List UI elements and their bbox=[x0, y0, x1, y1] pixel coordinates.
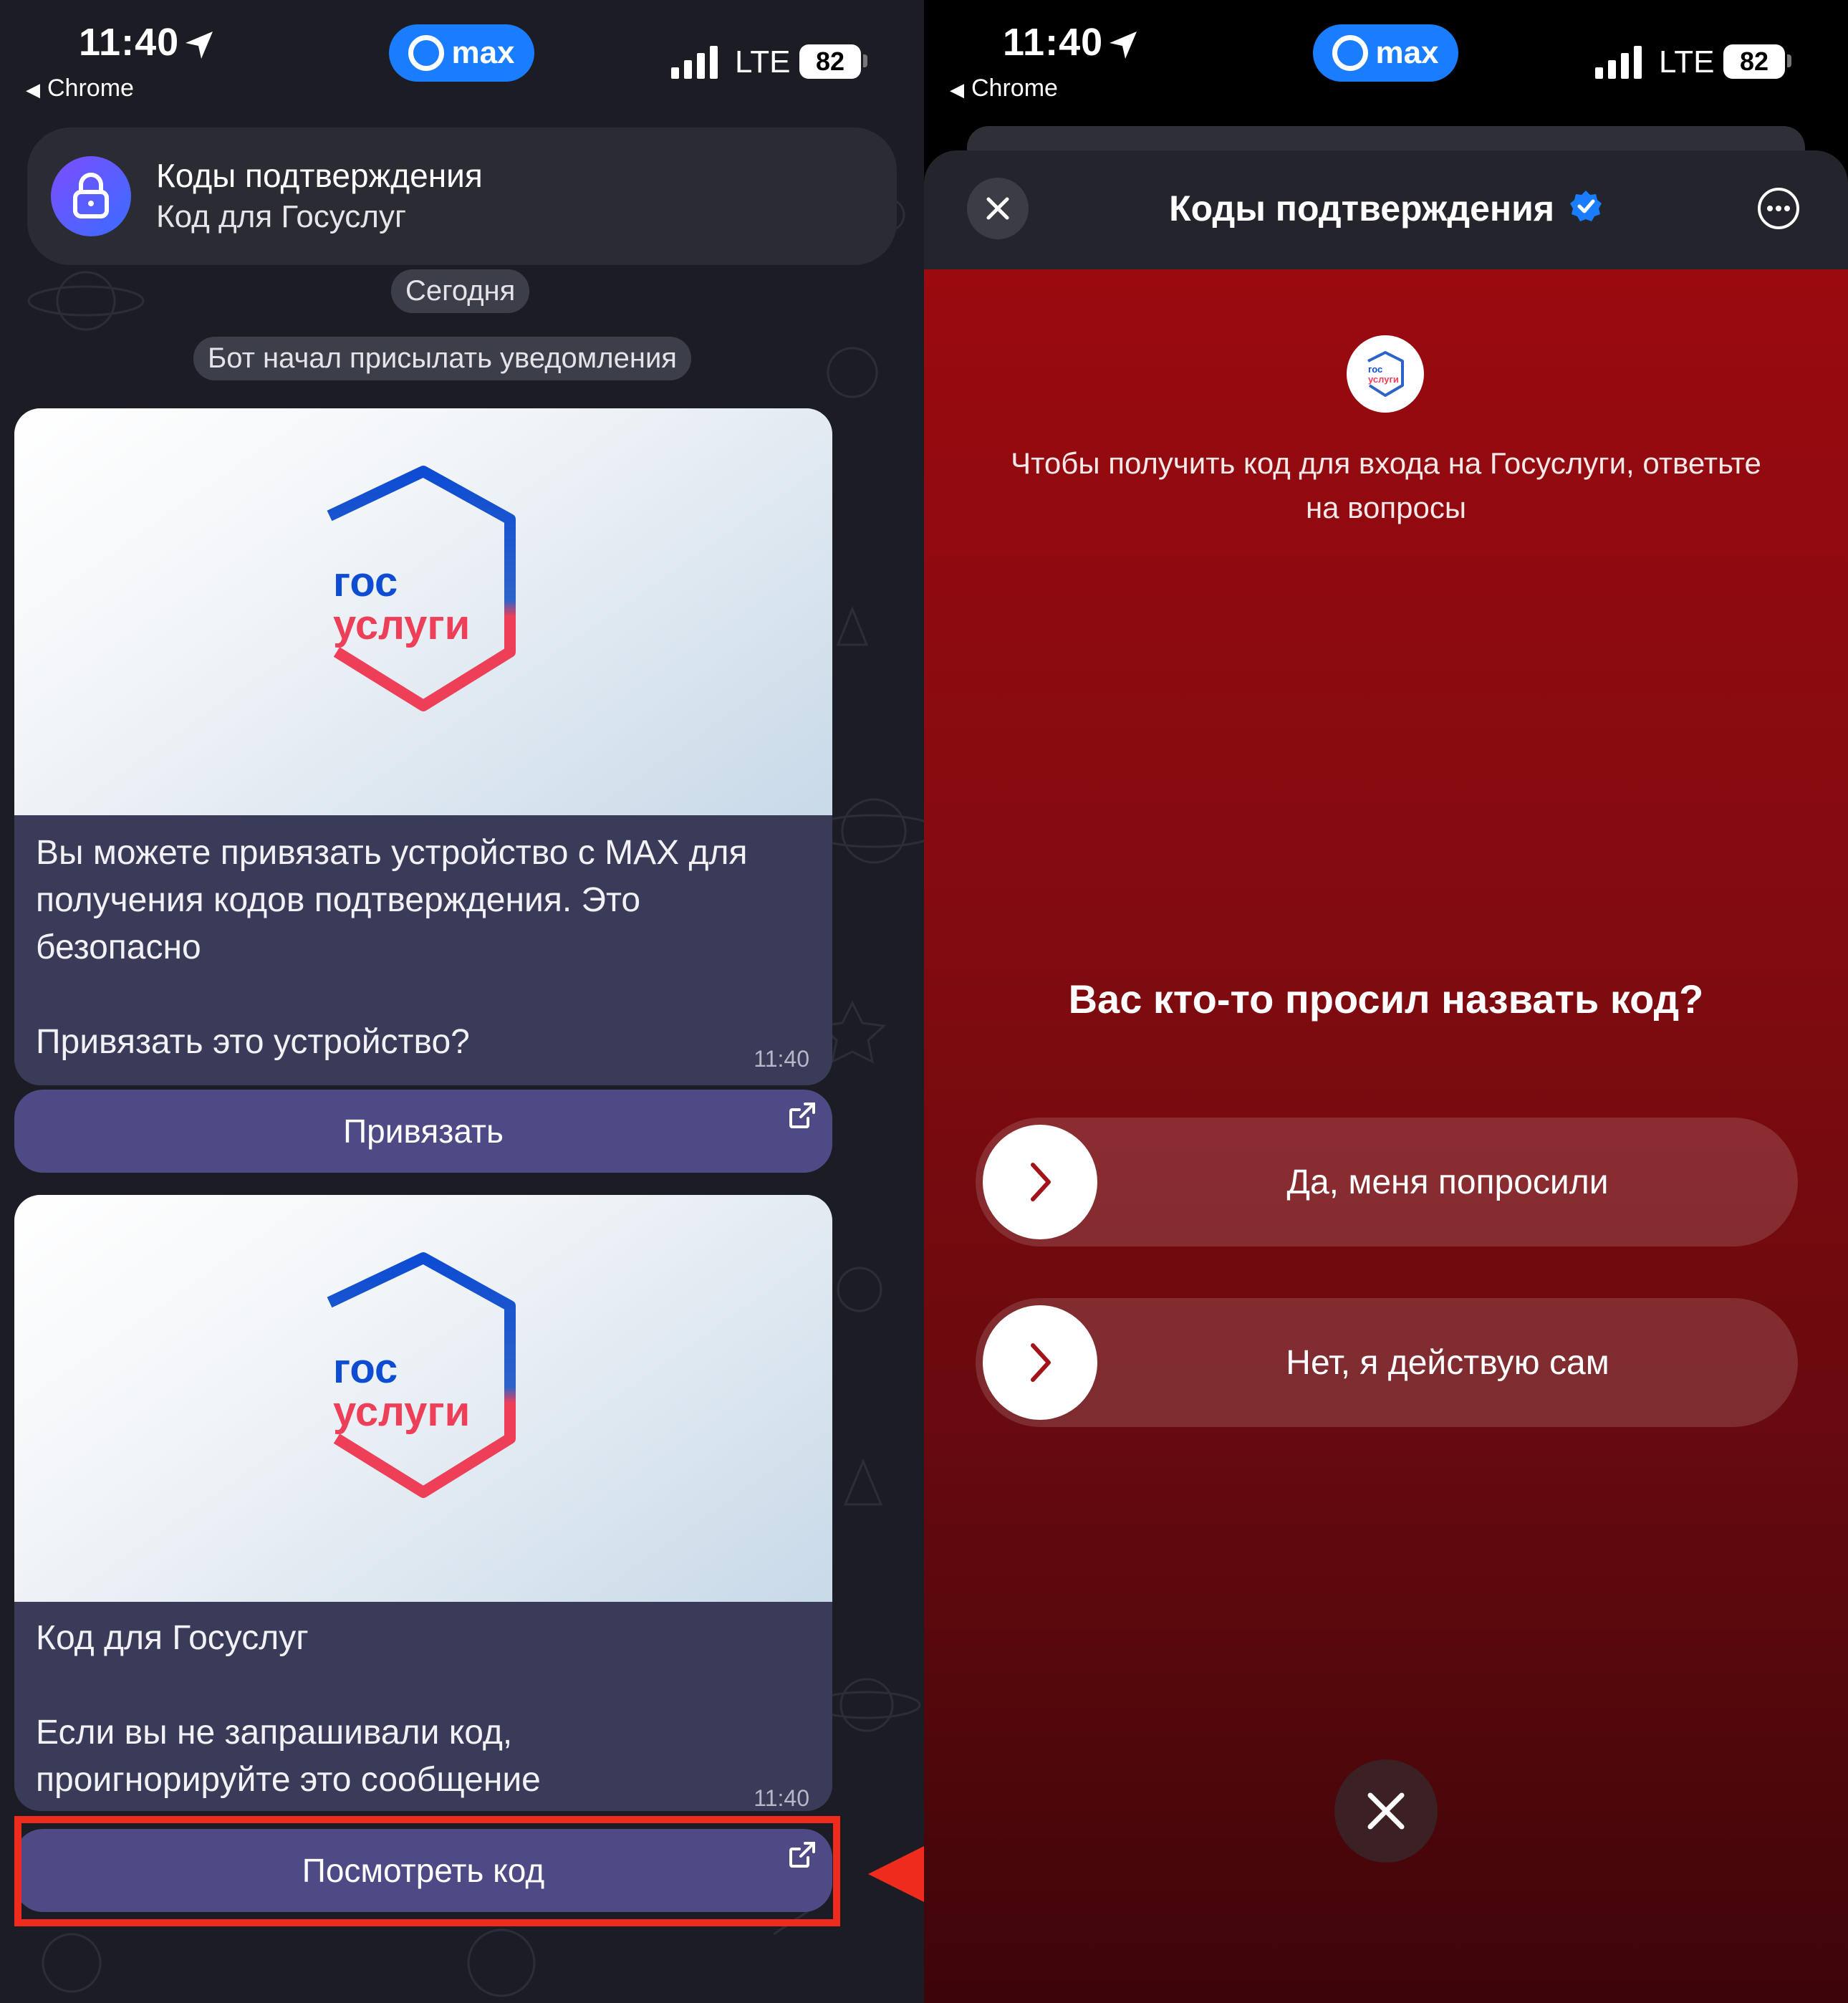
back-app-label: Chrome bbox=[47, 75, 134, 102]
gosuslugi-small-logo: гос услуги bbox=[1347, 335, 1424, 413]
battery-icon: 82 bbox=[799, 44, 861, 79]
sheet-title: Коды подтверждения bbox=[924, 188, 1848, 229]
message-time: 11:40 bbox=[754, 1785, 809, 1811]
max-badge-label: max bbox=[1375, 35, 1439, 70]
bind-device-label: Привязать bbox=[343, 1113, 504, 1150]
logo-line2: услуги bbox=[333, 602, 470, 648]
back-to-app-link[interactable]: ◀ Chrome bbox=[950, 75, 1058, 102]
highlight-box bbox=[14, 1816, 840, 1926]
max-app-badge[interactable]: max bbox=[1313, 24, 1458, 82]
gosuslugi-logo: гос услуги bbox=[327, 1252, 516, 1498]
close-icon bbox=[1367, 1792, 1405, 1830]
option-chevron bbox=[983, 1125, 1097, 1239]
message-line: безопасно bbox=[36, 928, 201, 966]
chat-title: Коды подтверждения bbox=[156, 157, 483, 194]
message-text: Код для Госуслуг Если вы не запрашивали … bbox=[36, 1615, 541, 1804]
chat-header[interactable]: Коды подтверждения Код для Госуслуг bbox=[27, 128, 897, 265]
message-line: Код для Госуслуг bbox=[36, 1619, 309, 1657]
instruction-text: Чтобы получить код для входа на Госуслуг… bbox=[981, 441, 1791, 530]
bot-avatar bbox=[51, 156, 131, 236]
chat-subtitle: Код для Госуслуг bbox=[156, 199, 407, 234]
battery-tip bbox=[1787, 54, 1791, 67]
instruction-line: на вопросы bbox=[1305, 491, 1467, 524]
gosuslugi-logo: гос услуги bbox=[1367, 351, 1404, 397]
message-time: 11:40 bbox=[754, 1046, 809, 1072]
message-line: получения кодов подтверждения. Это bbox=[36, 881, 641, 919]
battery-level: 82 bbox=[1739, 47, 1769, 76]
battery-level: 82 bbox=[815, 47, 845, 76]
dismiss-button[interactable] bbox=[1334, 1759, 1438, 1863]
max-app-badge[interactable]: max bbox=[389, 24, 534, 82]
logo-line2: услуги bbox=[1368, 374, 1399, 385]
network-type: LTE bbox=[735, 44, 791, 80]
message-line: проигнорируйте это сообщение bbox=[36, 1761, 541, 1799]
max-logo-icon bbox=[1332, 35, 1369, 71]
external-link-icon bbox=[789, 1103, 815, 1128]
option-no-self-button[interactable]: Нет, я действую сам bbox=[976, 1298, 1798, 1427]
sheet-header: Коды подтверждения bbox=[924, 150, 1848, 269]
logo-line1: гос bbox=[333, 559, 398, 605]
logo-line2: услуги bbox=[333, 1388, 470, 1435]
network-type: LTE bbox=[1659, 44, 1715, 80]
location-arrow-icon bbox=[186, 32, 213, 59]
logo-line1: гос bbox=[333, 1345, 398, 1392]
option-yes-asked-button[interactable]: Да, меня попросили bbox=[976, 1118, 1798, 1247]
message-bubble-gosuslugi-code: гос услуги Код для Госуслуг Если вы не з… bbox=[14, 1195, 832, 1811]
chat-screen: 11:40 ◀ Chrome max LTE 82 Коды подтвержде… bbox=[0, 0, 924, 2003]
status-time: 11:40 bbox=[1003, 21, 1104, 64]
battery-tip bbox=[863, 54, 867, 67]
gosuslugi-banner: гос услуги bbox=[14, 408, 832, 815]
more-options-icon[interactable] bbox=[1756, 186, 1801, 231]
verification-content: гос услуги Чтобы получить код для входа … bbox=[924, 269, 1848, 2003]
location-arrow-icon bbox=[1110, 32, 1137, 59]
message-text: Вы можете привязать устройство с MAX для… bbox=[36, 830, 747, 1066]
gosuslugi-logo: гос услуги bbox=[327, 466, 516, 711]
system-message: Бот начал присылать уведомления bbox=[193, 337, 691, 380]
message-bubble-bind-device: гос услуги Вы можете привязать устройств… bbox=[14, 408, 832, 1085]
verified-badge-icon bbox=[1569, 191, 1602, 221]
battery-icon: 82 bbox=[1723, 44, 1785, 79]
option-label: Нет, я действую сам bbox=[1286, 1343, 1609, 1382]
message-line: Вы можете привязать устройство с MAX для bbox=[36, 834, 748, 872]
question-title: Вас кто-то просил назвать код? bbox=[1068, 976, 1704, 1022]
chevron-right-icon bbox=[1031, 1343, 1051, 1382]
message-line: Если вы не запрашивали код, bbox=[36, 1714, 513, 1752]
status-time: 11:40 bbox=[79, 21, 180, 64]
signal-icon bbox=[1595, 46, 1642, 79]
date-separator: Сегодня bbox=[391, 269, 530, 313]
option-chevron bbox=[983, 1305, 1097, 1420]
back-app-label: Chrome bbox=[971, 75, 1058, 102]
lock-icon bbox=[73, 173, 109, 218]
gosuslugi-banner: гос услуги bbox=[14, 1195, 832, 1602]
back-to-app-link[interactable]: ◀ Chrome bbox=[26, 75, 134, 102]
status-bar: 11:40 ◀ Chrome max LTE 82 bbox=[924, 0, 1848, 122]
option-label: Да, меня попросили bbox=[1286, 1163, 1609, 1201]
chevron-right-icon bbox=[1031, 1163, 1051, 1201]
signal-icon bbox=[671, 46, 718, 79]
max-logo-icon bbox=[408, 35, 445, 71]
bind-device-button[interactable]: Привязать bbox=[14, 1090, 832, 1173]
status-bar: 11:40 ◀ Chrome max LTE 82 bbox=[0, 0, 924, 122]
sheet-title-text: Коды подтверждения bbox=[1169, 188, 1554, 229]
message-line: Привязать это устройство? bbox=[36, 1023, 470, 1061]
instruction-line: Чтобы получить код для входа на Госуслуг… bbox=[1011, 446, 1761, 480]
max-badge-label: max bbox=[451, 35, 515, 70]
verification-screen: 11:40 ◀ Chrome max LTE 82 Коды подтвержде… bbox=[924, 0, 1848, 2003]
logo-line1: гос bbox=[1368, 364, 1382, 375]
